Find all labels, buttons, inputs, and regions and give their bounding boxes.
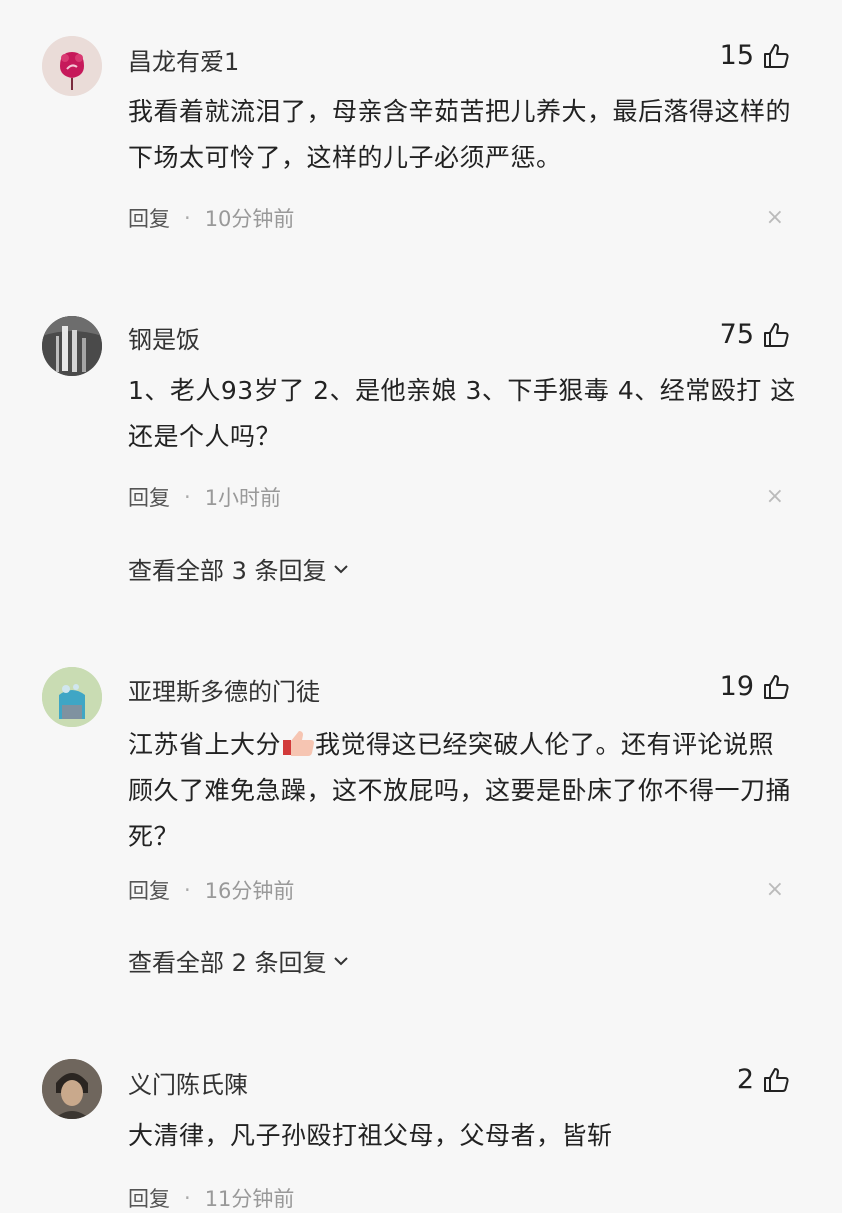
comment-meta: 回复 · 11分钟前 <box>128 1183 294 1213</box>
avatar[interactable] <box>42 316 102 376</box>
username[interactable]: 钢是饭 <box>128 320 200 355</box>
separator: · <box>184 206 191 230</box>
comment-meta: 回复 · 1小时前 <box>128 482 281 512</box>
timestamp: 11分钟前 <box>204 1187 295 1211</box>
like-count[interactable]: 15 <box>720 40 790 71</box>
separator: · <box>184 1186 191 1210</box>
waterfall-icon <box>42 316 102 376</box>
rose-icon <box>42 36 102 96</box>
like-number: 15 <box>719 40 754 71</box>
comment-text: 大清律，凡子孙殴打祖父母，父母者，皆斩 <box>128 1121 613 1150</box>
view-replies-label: 查看全部 3 条回复 <box>128 557 327 585</box>
close-icon[interactable]: × <box>766 484 784 509</box>
timestamp: 10分钟前 <box>204 207 295 231</box>
view-all-replies-link[interactable]: 查看全部 2 条回复 <box>128 943 351 978</box>
view-all-replies-link[interactable]: 查看全部 3 条回复 <box>128 551 351 586</box>
man-portrait-icon <box>42 1059 102 1119</box>
thumbs-up-emoji-icon <box>283 731 315 756</box>
reply-button[interactable]: 回复 <box>128 203 170 233</box>
chevron-down-icon <box>333 956 348 965</box>
comment-text: 1、老人93岁了 2、是他亲娘 3、下手狠毒 4、经常殴打 这还是个人吗？ <box>128 376 796 451</box>
like-number: 19 <box>719 671 754 702</box>
username[interactable]: 义门陈氏陳 <box>128 1065 248 1100</box>
timestamp: 1小时前 <box>204 486 282 510</box>
comment-meta: 回复 · 10分钟前 <box>128 203 294 233</box>
separator: · <box>184 878 191 902</box>
thumbs-up-icon[interactable] <box>762 1066 790 1094</box>
thumbs-up-icon[interactable] <box>762 321 790 349</box>
reply-button[interactable]: 回复 <box>128 482 170 512</box>
like-count[interactable]: 2 <box>737 1064 790 1095</box>
comment-text-part: 江苏省上大分 <box>128 730 282 759</box>
comment-meta: 回复 · 16分钟前 <box>128 875 294 905</box>
comment-text: 我看着就流泪了，母亲含辛茹苦把儿养大，最后落得这样的下场太可怜了，这样的儿子必须… <box>128 97 792 172</box>
thumbs-up-icon[interactable] <box>762 673 790 701</box>
view-replies-label: 查看全部 2 条回复 <box>128 949 327 977</box>
close-icon[interactable]: × <box>766 877 784 902</box>
avatar[interactable] <box>42 1059 102 1119</box>
thumbs-up-icon[interactable] <box>762 42 790 70</box>
like-count[interactable]: 75 <box>720 319 790 350</box>
comment-text: 江苏省上大分 我觉得这已经突破人伦了。还有评论说照顾久了难免急躁，这不放屁吗，这… <box>128 722 798 860</box>
like-number: 75 <box>719 319 754 350</box>
username[interactable]: 昌龙有爱1 <box>128 42 239 77</box>
reply-button[interactable]: 回复 <box>128 875 170 905</box>
username[interactable]: 亚理斯多德的门徒 <box>128 672 320 707</box>
avatar[interactable] <box>42 36 102 96</box>
separator: · <box>184 485 191 509</box>
close-icon[interactable]: × <box>766 205 784 230</box>
blue-figure-icon <box>42 667 102 727</box>
chevron-down-icon <box>333 564 348 573</box>
like-number: 2 <box>736 1064 754 1095</box>
timestamp: 16分钟前 <box>204 879 295 903</box>
like-count[interactable]: 19 <box>720 671 790 702</box>
avatar[interactable] <box>42 667 102 727</box>
reply-button[interactable]: 回复 <box>128 1183 170 1213</box>
